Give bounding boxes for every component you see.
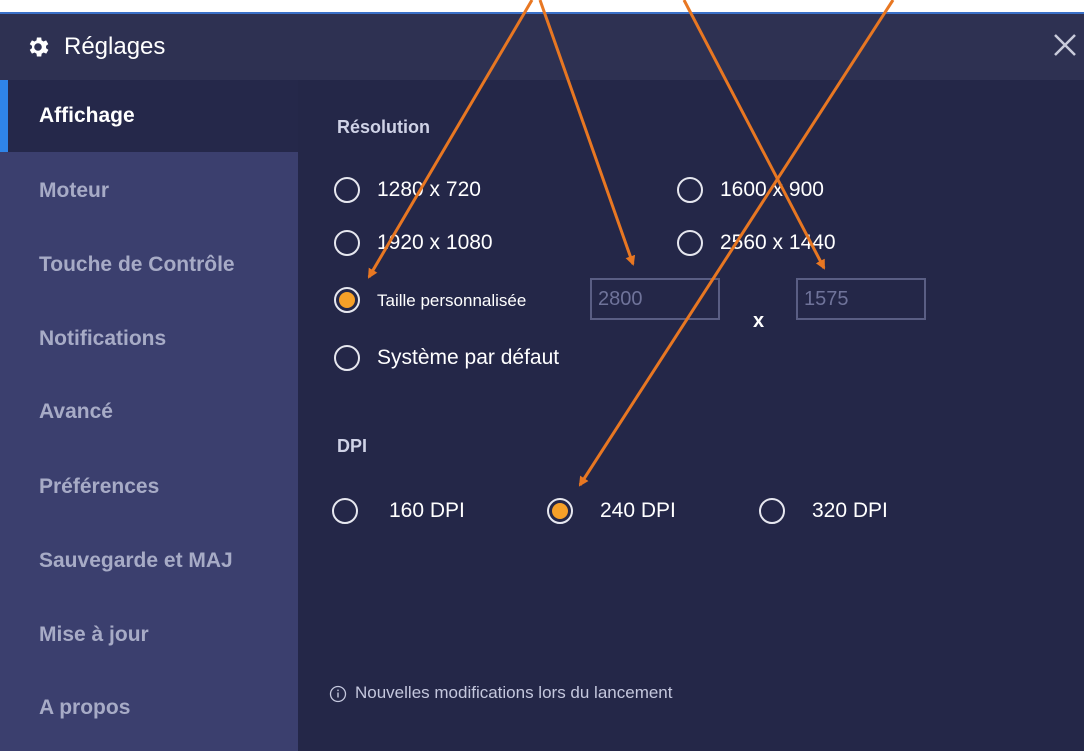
radio-label: 1280 x 720 bbox=[377, 178, 481, 201]
gear-icon bbox=[29, 37, 49, 57]
resolution-separator: x bbox=[753, 310, 765, 332]
radio-circle bbox=[759, 498, 785, 524]
radio-circle bbox=[334, 230, 360, 256]
radio-circle bbox=[334, 345, 360, 371]
sidebar-item-moteur[interactable]: Moteur bbox=[0, 155, 298, 227]
info-icon bbox=[329, 685, 347, 703]
radio-label: 2560 x 1440 bbox=[720, 231, 836, 254]
sidebar-item-preferences[interactable]: Préférences bbox=[0, 451, 298, 523]
settings-window: Réglages Affichage Moteur Touche de Cont… bbox=[0, 12, 1084, 751]
sidebar-item-label: Préférences bbox=[39, 475, 160, 498]
radio-circle bbox=[334, 177, 360, 203]
close-icon[interactable] bbox=[1048, 28, 1082, 62]
radio-circle bbox=[677, 177, 703, 203]
radio-circle-selected bbox=[334, 287, 360, 313]
sidebar-item-label: Mise à jour bbox=[39, 623, 149, 646]
sidebar-item-label: Touche de Contrôle bbox=[39, 253, 235, 276]
radio-label: Taille personnalisée bbox=[377, 291, 527, 310]
dpi-section-title: DPI bbox=[337, 436, 368, 456]
radio-label: 320 DPI bbox=[812, 499, 888, 522]
sidebar-item-label: Moteur bbox=[39, 179, 109, 202]
radio-circle-selected bbox=[547, 498, 573, 524]
title-bar: Réglages bbox=[0, 14, 1084, 80]
sidebar-item-affichage[interactable]: Affichage bbox=[0, 80, 298, 152]
sidebar-item-label: A propos bbox=[39, 696, 131, 719]
sidebar-item-label: Notifications bbox=[39, 327, 167, 350]
resolution-section-title: Résolution bbox=[337, 117, 430, 137]
radio-label: Système par défaut bbox=[377, 346, 560, 369]
radio-label: 160 DPI bbox=[389, 499, 465, 522]
radio-label: 1600 x 900 bbox=[720, 178, 824, 201]
radio-label: 1920 x 1080 bbox=[377, 231, 493, 254]
sidebar-item-touche-de-controle[interactable]: Touche de Contrôle bbox=[0, 229, 298, 301]
sidebar: Affichage Moteur Touche de Contrôle Noti… bbox=[0, 80, 298, 751]
sidebar-item-label: Sauvegarde et MAJ bbox=[39, 549, 233, 572]
sidebar-item-mise-a-jour[interactable]: Mise à jour bbox=[0, 599, 298, 671]
custom-height-input[interactable] bbox=[796, 278, 926, 320]
restart-note: Nouvelles modifications lors du lancemen… bbox=[355, 683, 673, 702]
sidebar-item-sauvegarde[interactable]: Sauvegarde et MAJ bbox=[0, 525, 298, 597]
radio-label: 240 DPI bbox=[600, 499, 676, 522]
sidebar-item-label: Avancé bbox=[39, 400, 113, 423]
sidebar-item-avance[interactable]: Avancé bbox=[0, 376, 298, 448]
sidebar-item-label: Affichage bbox=[39, 104, 135, 127]
radio-circle bbox=[332, 498, 358, 524]
custom-width-input[interactable] bbox=[590, 278, 720, 320]
sidebar-item-notifications[interactable]: Notifications bbox=[0, 303, 298, 375]
radio-circle bbox=[677, 230, 703, 256]
window-title: Réglages bbox=[64, 33, 166, 60]
sidebar-item-a-propos[interactable]: A propos bbox=[0, 672, 298, 744]
